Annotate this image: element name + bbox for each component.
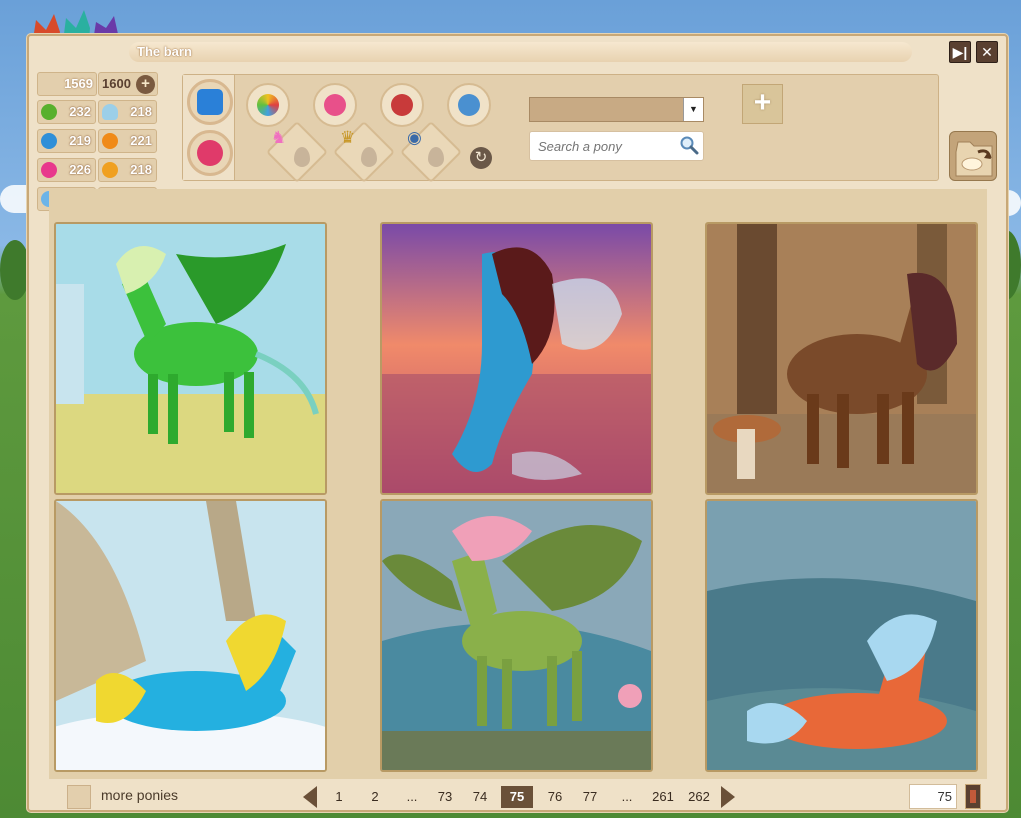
coin-counter: 1569 (37, 72, 97, 96)
pony-pair-icon (458, 94, 480, 116)
pony-blue-mermaid (382, 224, 651, 493)
add-folder-button[interactable]: + (742, 84, 783, 124)
pony-card[interactable] (54, 222, 327, 495)
stat-value: 218 (130, 104, 152, 119)
plus-icon[interactable]: + (136, 75, 155, 94)
drop-icon (294, 147, 310, 167)
filter-toolbar: ♞ ♛ ◉ ↻ ▼ + (182, 74, 939, 184)
search-input[interactable] (530, 132, 678, 160)
pony-transfer-icon (955, 141, 993, 177)
pony-orange-lying (707, 501, 976, 770)
trophy-icon: ♛ (340, 128, 356, 147)
page-number-input[interactable]: 75 (909, 784, 957, 809)
stat-value: 232 (69, 104, 91, 119)
search-field[interactable] (529, 131, 704, 161)
tab-favorites[interactable] (187, 130, 233, 176)
stat-water: 219 (37, 129, 96, 153)
chevron-down-icon[interactable]: ▼ (683, 98, 703, 121)
pony-grid (49, 189, 987, 779)
drop-icon (428, 147, 444, 167)
pony-card[interactable] (380, 222, 653, 495)
stat-value: 219 (69, 133, 91, 148)
tab-folders[interactable] (187, 79, 233, 125)
page-link[interactable]: 74 (468, 786, 492, 808)
pagination-bar: more ponies 1 2 ... 73 74 75 76 77 ... 2… (29, 781, 1006, 813)
background-tree (0, 240, 30, 300)
paw-blue-icon (41, 133, 57, 149)
barn-window: The barn ▶| ✕ 1569 1600 + 232 218 219 22… (27, 34, 1008, 812)
stat-love: 226 (37, 158, 96, 182)
stat-value: 218 (130, 162, 152, 177)
close-button[interactable]: ✕ (976, 41, 998, 63)
pony-card[interactable] (380, 499, 653, 772)
window-title: The barn (129, 42, 912, 62)
cloud-icon (102, 104, 118, 120)
paw-orange-icon (102, 162, 118, 178)
unicorn-icon: ♞ (271, 128, 287, 147)
gender-icon (324, 94, 346, 116)
filter-colors[interactable] (246, 83, 290, 127)
coin-value: 1569 (64, 76, 93, 91)
palette-icon (257, 94, 279, 116)
pony-card[interactable] (54, 499, 327, 772)
pony-card[interactable] (705, 222, 978, 495)
coin-cap: 1600 + (98, 72, 158, 96)
refresh-icon[interactable]: ↻ (470, 147, 492, 169)
star-icon (197, 140, 223, 166)
search-icon[interactable] (679, 135, 699, 155)
filter-breeding[interactable] (380, 83, 424, 127)
folder-icon (197, 89, 223, 115)
muscle-icon (102, 133, 118, 149)
page-link[interactable]: 262 (685, 786, 713, 808)
stat-value: 221 (130, 133, 152, 148)
filter-gender[interactable] (313, 83, 357, 127)
stat-energy: 221 (98, 129, 157, 153)
pony-card[interactable] (705, 499, 978, 772)
stat-paw: 218 (98, 158, 157, 182)
filter-breed[interactable] (447, 83, 491, 127)
stat-value: 226 (69, 162, 91, 177)
heart-icon (41, 162, 57, 178)
pony-green-bat (382, 501, 651, 770)
page-link[interactable]: 1 (329, 786, 349, 808)
eye-icon: ◉ (407, 128, 422, 147)
page-link[interactable]: 73 (433, 786, 457, 808)
go-button[interactable] (965, 784, 981, 809)
pony-green-winged (56, 224, 325, 493)
apple-icon (41, 104, 57, 120)
coin-cap-value: 1600 (102, 76, 131, 91)
page-ellipsis: ... (406, 789, 418, 804)
tab-column (183, 75, 235, 180)
page-link[interactable]: 76 (543, 786, 567, 808)
stat-food: 232 (37, 100, 96, 124)
page-link[interactable]: 77 (578, 786, 602, 808)
next-page-icon[interactable] (721, 786, 735, 808)
heart-ring-icon (391, 94, 413, 116)
pony-brown-mushroom (707, 224, 976, 493)
pony-blue-lying (56, 501, 325, 770)
prev-page-icon[interactable] (303, 786, 317, 808)
transfer-pony-button[interactable] (949, 131, 997, 181)
minimize-button[interactable]: ▶| (949, 41, 971, 63)
page-link[interactable]: 261 (649, 786, 677, 808)
page-link[interactable]: 2 (365, 786, 385, 808)
stat-air: 218 (98, 100, 157, 124)
more-ponies-label: more ponies (101, 787, 179, 803)
drop-icon (361, 147, 377, 167)
more-ponies-checkbox[interactable] (67, 785, 91, 809)
page-ellipsis: ... (621, 789, 633, 804)
page-current[interactable]: 75 (501, 786, 533, 808)
door-icon (970, 790, 976, 803)
sort-select[interactable]: ▼ (529, 97, 704, 122)
